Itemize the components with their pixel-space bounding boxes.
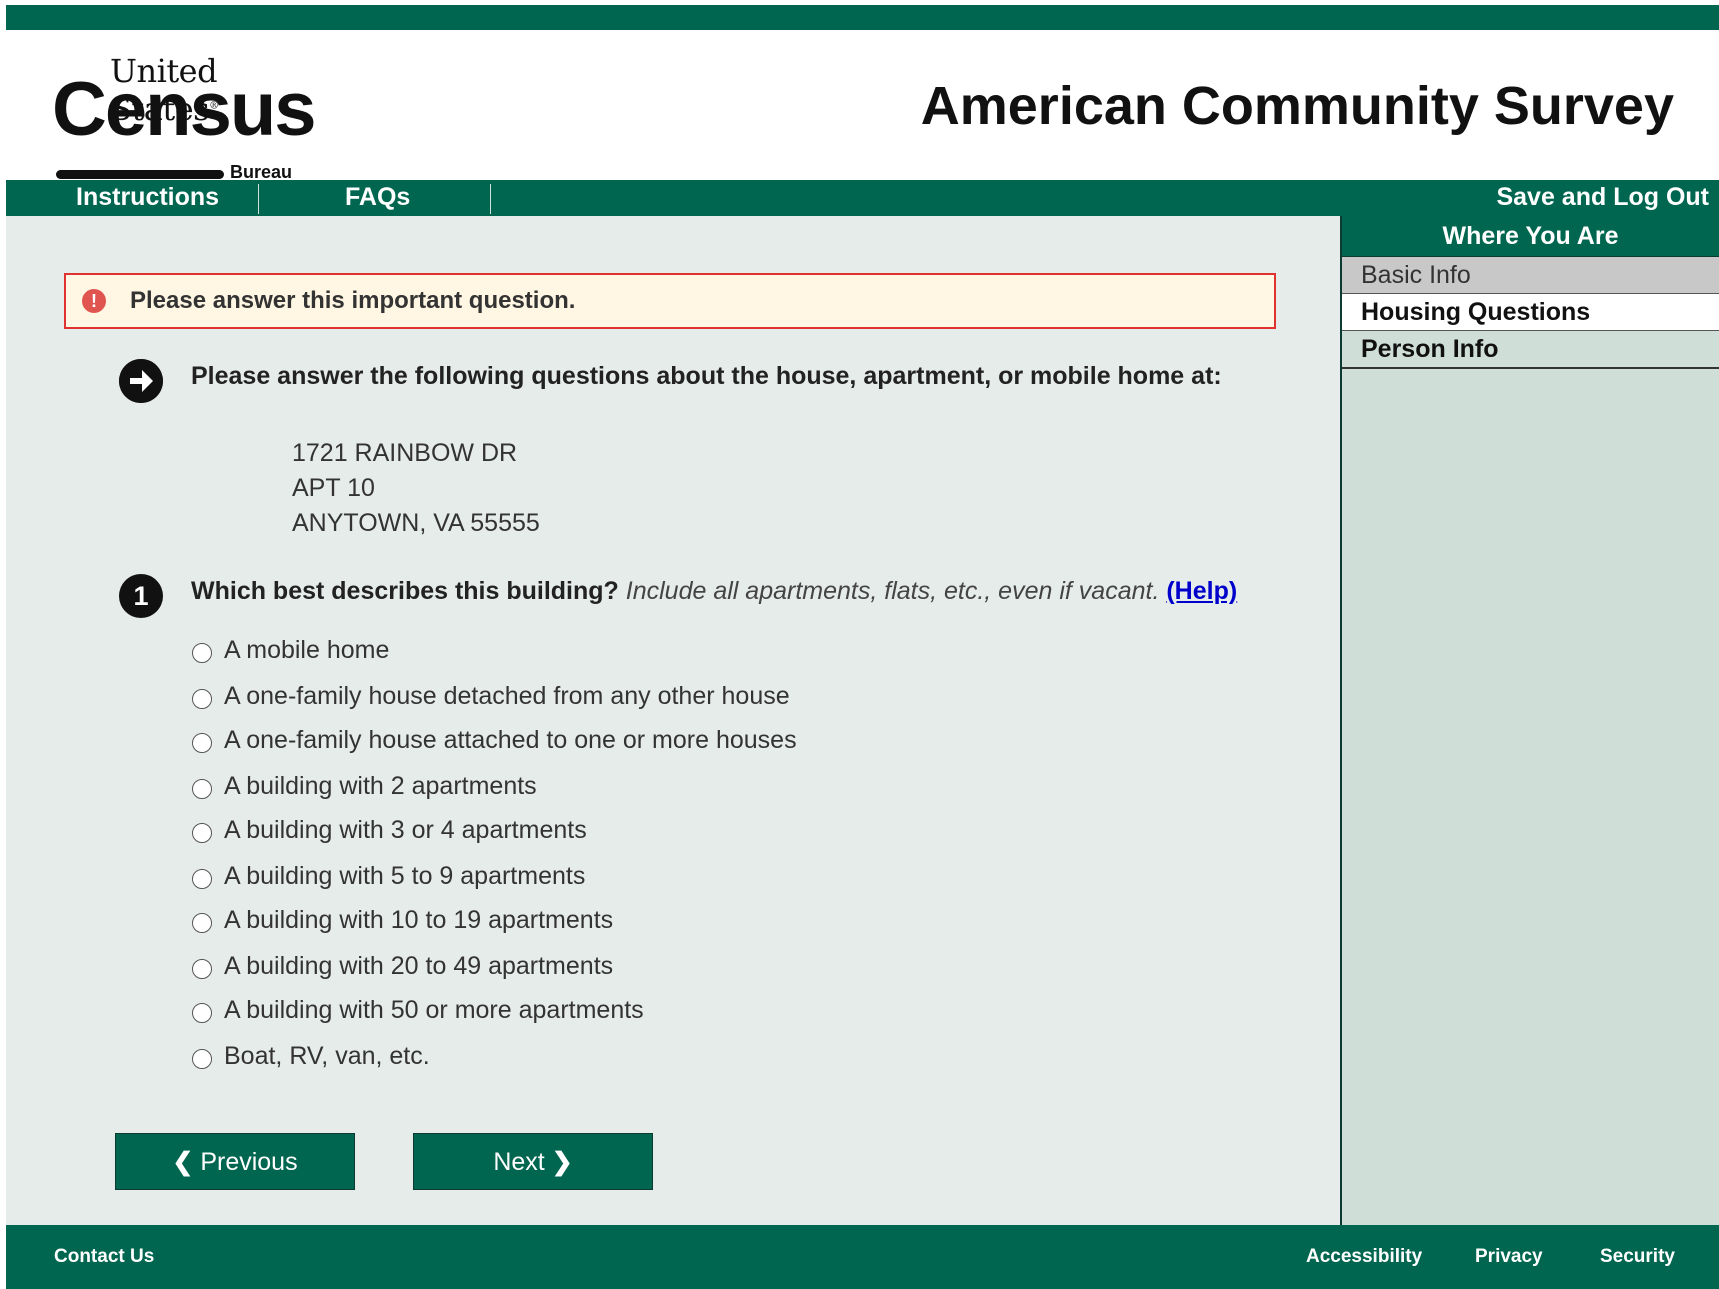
footer-privacy-link[interactable]: Privacy — [1475, 1225, 1543, 1289]
help-link[interactable]: (Help) — [1166, 577, 1237, 605]
option-row[interactable]: A one-family house detached from any oth… — [192, 682, 790, 712]
radio-button[interactable] — [192, 959, 212, 980]
radio-button[interactable] — [192, 1049, 212, 1070]
site-footer: Contact Us Accessibility Privacy Securit… — [6, 1225, 1719, 1289]
nav-bar: Instructions FAQs Save and Log Out — [6, 180, 1719, 216]
logo-census-wordmark: Census — [52, 67, 317, 152]
option-label[interactable]: A building with 50 or more apartments — [224, 996, 644, 1024]
chevron-right-icon: ❯ — [551, 1148, 573, 1176]
question-note: Include all apartments, flats, etc., eve… — [625, 577, 1160, 605]
radio-button[interactable] — [192, 733, 212, 754]
sidebar-item-housing-questions[interactable]: Housing Questions — [1342, 294, 1719, 331]
option-row[interactable]: A one-family house attached to one or mo… — [192, 726, 797, 756]
radio-button[interactable] — [192, 643, 212, 664]
option-row[interactable]: A building with 10 to 19 apartments — [192, 906, 613, 936]
option-label[interactable]: A one-family house attached to one or mo… — [224, 726, 797, 754]
option-row[interactable]: A building with 3 or 4 apartments — [192, 816, 587, 846]
question-number-badge: 1 — [119, 574, 163, 618]
option-label[interactable]: A one-family house detached from any oth… — [224, 682, 790, 710]
save-logout-link[interactable]: Save and Log Out — [1496, 180, 1709, 216]
nav-faqs-link[interactable]: FAQs — [345, 180, 410, 216]
option-row[interactable]: A building with 50 or more apartments — [192, 996, 644, 1026]
nav-divider — [258, 184, 259, 214]
census-bureau-logo[interactable]: United States® Census Bureau — [52, 52, 322, 182]
option-label[interactable]: A building with 20 to 49 apartments — [224, 952, 613, 980]
question-label: Which best describes this building? — [191, 577, 619, 605]
chevron-left-icon: ❮ — [172, 1148, 194, 1176]
next-label: Next — [493, 1148, 545, 1176]
nav-divider — [490, 184, 491, 214]
alert-message: Please answer this important question. — [130, 287, 576, 314]
address-line-1: 1721 RAINBOW DR — [292, 439, 518, 467]
address-block: 1721 RAINBOW DR APT 10 ANYTOWN, VA 55555 — [292, 436, 540, 541]
option-label[interactable]: A mobile home — [224, 636, 389, 664]
option-label[interactable]: A building with 5 to 9 apartments — [224, 862, 585, 890]
sidebar-heading: Where You Are — [1342, 216, 1719, 257]
radio-button[interactable] — [192, 1003, 212, 1024]
option-row[interactable]: A building with 20 to 49 apartments — [192, 952, 613, 982]
option-label[interactable]: Boat, RV, van, etc. — [224, 1042, 430, 1070]
top-accent-bar — [6, 5, 1719, 30]
arrow-right-circle-icon — [119, 359, 163, 403]
footer-contact-link[interactable]: Contact Us — [54, 1225, 154, 1289]
option-row[interactable]: A building with 5 to 9 apartments — [192, 862, 585, 892]
address-line-3: ANYTOWN, VA 55555 — [292, 509, 540, 537]
nav-instructions-link[interactable]: Instructions — [76, 180, 219, 216]
footer-accessibility-link[interactable]: Accessibility — [1306, 1225, 1422, 1289]
option-label[interactable]: A building with 2 apartments — [224, 772, 537, 800]
question-text: Which best describes this building? Incl… — [191, 577, 1237, 606]
error-icon: ! — [82, 289, 106, 313]
option-row[interactable]: A mobile home — [192, 636, 389, 666]
radio-button[interactable] — [192, 689, 212, 710]
sidebar-item-basic-info[interactable]: Basic Info — [1342, 257, 1719, 294]
site-header: United States® Census Bureau American Co… — [6, 30, 1719, 182]
error-alert: ! Please answer this important question. — [64, 273, 1276, 329]
option-label[interactable]: A building with 10 to 19 apartments — [224, 906, 613, 934]
logo-underline — [56, 170, 224, 179]
address-line-2: APT 10 — [292, 474, 375, 502]
page-title: American Community Survey — [920, 76, 1674, 136]
option-row[interactable]: A building with 2 apartments — [192, 772, 537, 802]
radio-button[interactable] — [192, 869, 212, 890]
footer-security-link[interactable]: Security — [1600, 1225, 1675, 1289]
radio-button[interactable] — [192, 779, 212, 800]
sidebar-item-person-info: Person Info — [1342, 331, 1719, 369]
previous-button[interactable]: ❮ Previous — [115, 1133, 355, 1190]
option-label[interactable]: A building with 3 or 4 apartments — [224, 816, 587, 844]
intro-text: Please answer the following questions ab… — [191, 362, 1222, 390]
radio-button[interactable] — [192, 913, 212, 934]
radio-button[interactable] — [192, 823, 212, 844]
previous-label: Previous — [200, 1148, 298, 1176]
option-row[interactable]: Boat, RV, van, etc. — [192, 1042, 430, 1072]
next-button[interactable]: Next ❯ — [413, 1133, 653, 1190]
progress-sidebar: Where You Are Basic Info Housing Questio… — [1340, 216, 1719, 1225]
